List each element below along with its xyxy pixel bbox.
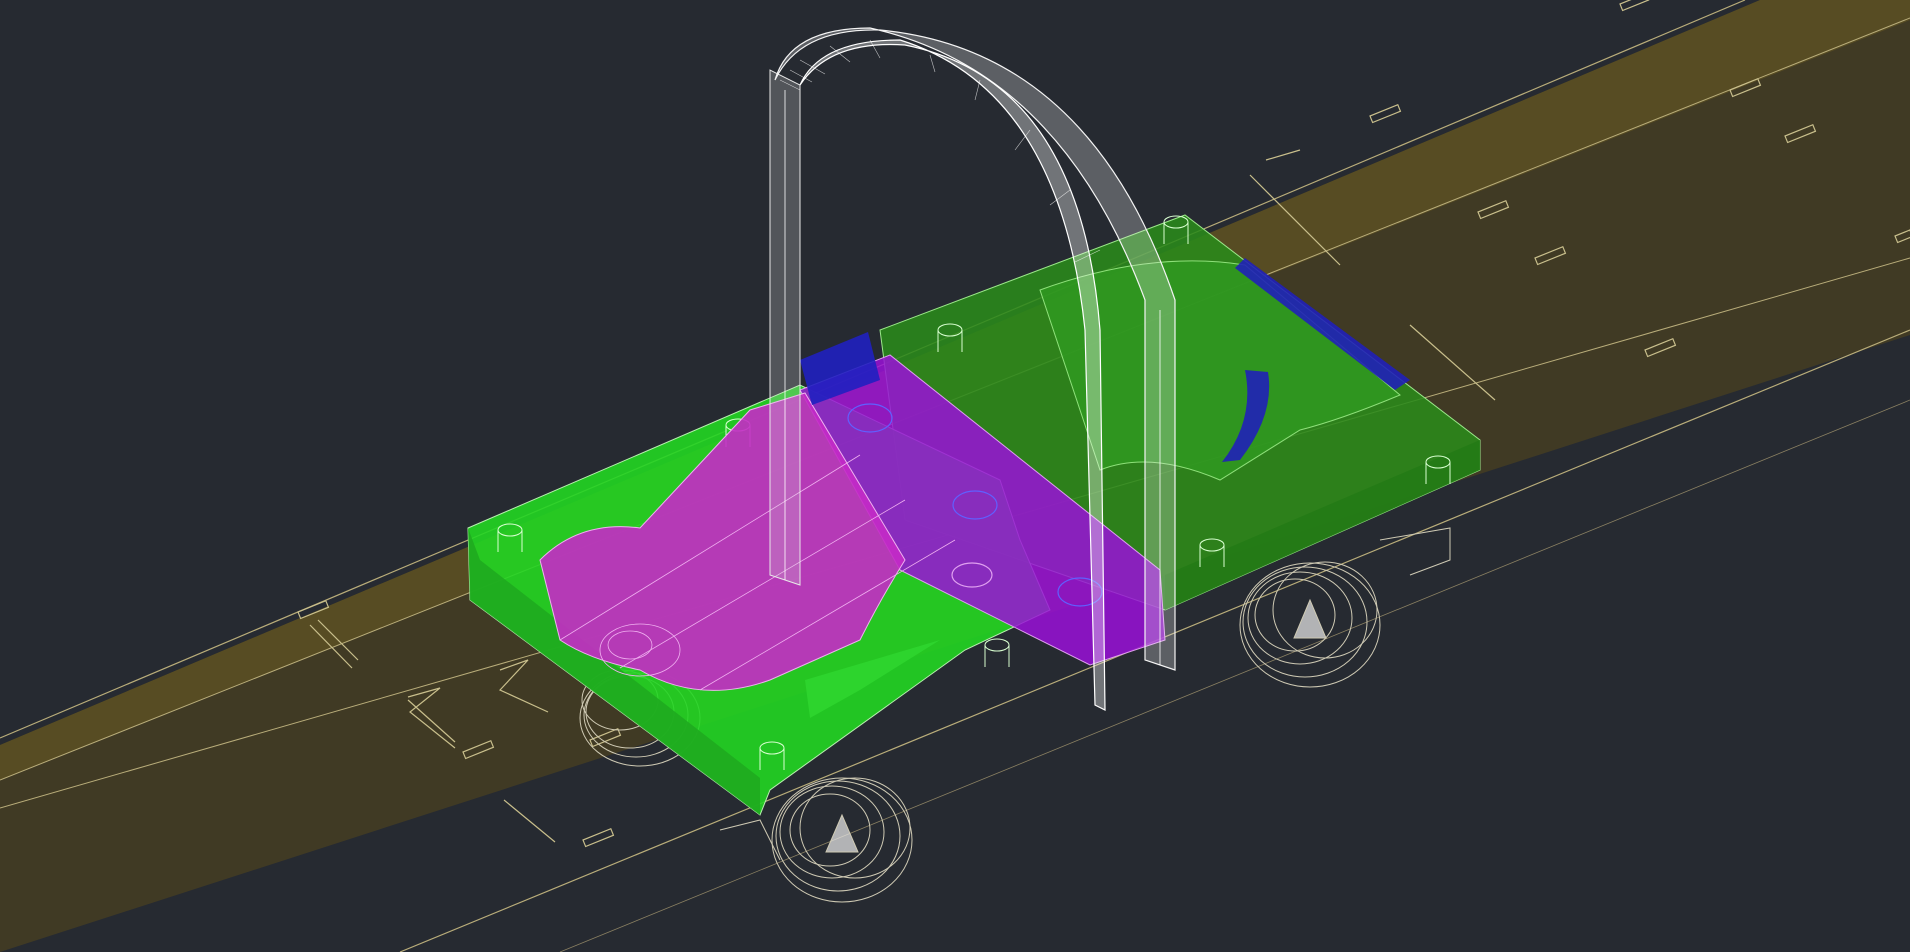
- model-viewport[interactable]: [0, 0, 1910, 952]
- wheel-hub-cone: [1293, 598, 1327, 639]
- front-left-wheel[interactable]: [771, 777, 913, 903]
- wheel-hub-cone: [825, 813, 859, 853]
- front-right-wheel[interactable]: [1239, 561, 1381, 688]
- model-canvas[interactable]: [0, 0, 1910, 952]
